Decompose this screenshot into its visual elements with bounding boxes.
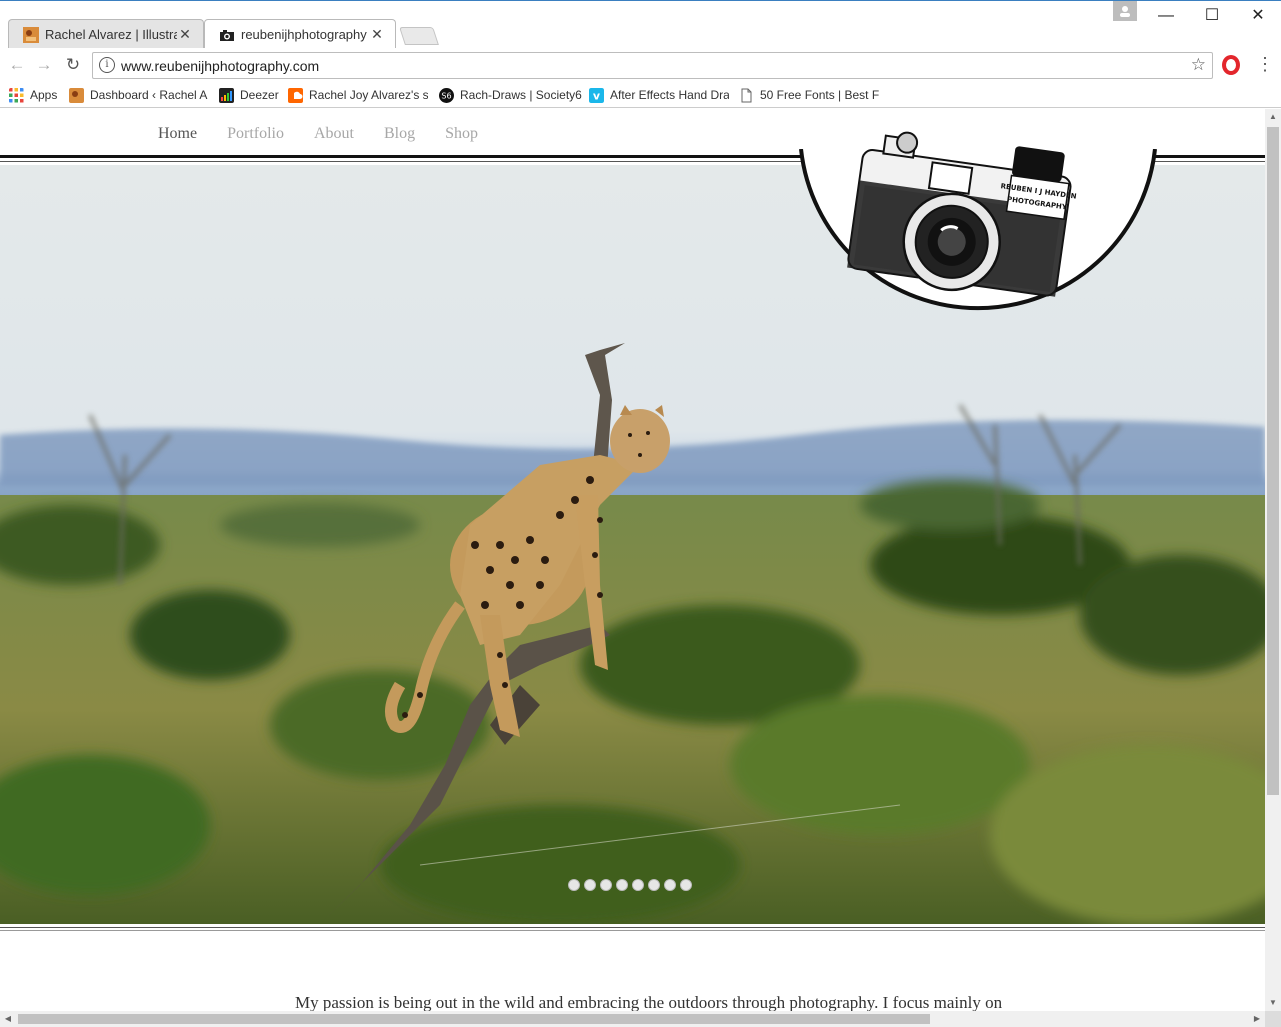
slider-dot[interactable]	[648, 879, 660, 891]
slider-dot[interactable]	[680, 879, 692, 891]
scroll-left-icon[interactable]: ◀	[0, 1011, 16, 1027]
bookmark-label: Rachel Joy Alvarez's st	[309, 88, 428, 102]
tab-title: Rachel Alvarez | Illustratio	[45, 27, 177, 42]
bookmark-vimeo[interactable]: v After Effects Hand Dra	[589, 86, 729, 104]
tab-reubenijhphotography[interactable]: reubenijhphotography ✕	[204, 19, 396, 49]
intro-paragraph: My passion is being out in the wild and …	[295, 993, 1003, 1011]
page-viewport: Home Portfolio About Blog Shop REUBEN I …	[0, 109, 1265, 1011]
society6-icon: S6	[439, 87, 454, 103]
browser-menu-icon[interactable]: ⋮	[1256, 54, 1274, 75]
scroll-down-icon[interactable]: ▼	[1265, 995, 1281, 1011]
tab-favicon-illustration-icon	[23, 26, 39, 43]
content-divider	[0, 927, 1265, 928]
address-bar[interactable]: i www.reubenijhphotography.com ☆	[92, 52, 1213, 79]
window-close-icon[interactable]: ✕	[1243, 5, 1273, 27]
bookmark-deezer[interactable]: Deezer	[219, 86, 279, 104]
nav-portfolio[interactable]: Portfolio	[227, 125, 284, 143]
slider-dot[interactable]	[584, 879, 596, 891]
bookmark-label: Deezer	[240, 88, 279, 102]
slider-dot[interactable]	[600, 879, 612, 891]
profile-icon[interactable]	[1113, 1, 1137, 21]
horizontal-scrollbar[interactable]: ◀ ▶	[0, 1011, 1265, 1027]
bookmark-label: Apps	[30, 88, 58, 102]
bookmark-society6[interactable]: S6 Rach-Draws | Society6	[439, 86, 582, 104]
tab-close-icon[interactable]: ✕	[369, 26, 385, 43]
address-bar-url[interactable]: www.reubenijhphotography.com	[121, 58, 319, 74]
slider-dot[interactable]	[664, 879, 676, 891]
tab-favicon-camera-icon	[220, 29, 234, 41]
vimeo-icon: v	[589, 87, 604, 103]
tab-close-icon[interactable]: ✕	[177, 26, 193, 43]
maximize-icon[interactable]: ☐	[1197, 5, 1227, 27]
page-icon	[741, 88, 752, 102]
bookmark-star-icon[interactable]: ☆	[1191, 55, 1206, 75]
bookmark-soundcloud[interactable]: Rachel Joy Alvarez's st	[288, 86, 428, 104]
bookmark-label: 50 Free Fonts | Best Fr	[760, 88, 879, 102]
vertical-scrollbar[interactable]: ▲ ▼	[1265, 109, 1281, 1011]
slider-dots	[568, 879, 692, 891]
content-divider-thin	[0, 930, 1265, 931]
tab-rachel-alvarez[interactable]: Rachel Alvarez | Illustratio ✕	[8, 19, 204, 49]
bookmarks-bar: Apps Dashboard ‹ Rachel A Deezer Rachel …	[0, 82, 1281, 108]
bookmark-label: After Effects Hand Dra	[610, 88, 729, 102]
tab-title: reubenijhphotography	[241, 27, 367, 42]
bookmark-apps[interactable]: Apps	[9, 86, 57, 104]
camera-logo[interactable]: REUBEN I J HAYDEN PHOTOGRAPHY	[798, 109, 1158, 339]
new-tab-button[interactable]	[399, 27, 439, 45]
nav-home[interactable]: Home	[158, 125, 197, 143]
svg-text:v: v	[593, 89, 601, 102]
nav-shop[interactable]: Shop	[445, 125, 478, 143]
vertical-scroll-thumb[interactable]	[1267, 127, 1279, 795]
nav-about[interactable]: About	[314, 125, 354, 143]
info-icon[interactable]: i	[99, 57, 115, 73]
site-navigation: Home Portfolio About Blog Shop	[158, 125, 508, 143]
deezer-icon	[219, 87, 234, 103]
scrollbar-corner	[1265, 1011, 1281, 1027]
bookmark-free-fonts[interactable]: 50 Free Fonts | Best Fr	[739, 86, 879, 104]
bookmark-label: Rach-Draws | Society6	[460, 88, 582, 102]
soundcloud-icon	[288, 87, 303, 103]
browser-titlebar: Rachel Alvarez | Illustratio ✕ reubenijh…	[0, 0, 1281, 49]
slider-dot[interactable]	[616, 879, 628, 891]
svg-text:S6: S6	[441, 91, 451, 100]
bookmark-dashboard[interactable]: Dashboard ‹ Rachel A	[69, 86, 209, 104]
browser-toolbar: ← → ↻ i www.reubenijhphotography.com ☆ ⋮	[0, 48, 1281, 82]
minimize-icon[interactable]: —	[1151, 5, 1181, 27]
slider-dot[interactable]	[568, 879, 580, 891]
slider-dot[interactable]	[632, 879, 644, 891]
rachel-site-icon	[69, 87, 84, 103]
opera-extension-icon[interactable]	[1222, 55, 1240, 75]
scroll-right-icon[interactable]: ▶	[1249, 1011, 1265, 1027]
bookmark-label: Dashboard ‹ Rachel A	[90, 88, 208, 102]
apps-grid-icon	[9, 87, 24, 102]
reload-icon[interactable]: ↻	[62, 54, 84, 76]
back-arrow-icon[interactable]: ←	[6, 54, 28, 76]
nav-blog[interactable]: Blog	[384, 125, 415, 143]
forward-arrow-icon[interactable]: →	[33, 54, 55, 76]
horizontal-scroll-thumb[interactable]	[18, 1014, 930, 1024]
scroll-up-icon[interactable]: ▲	[1265, 109, 1281, 125]
